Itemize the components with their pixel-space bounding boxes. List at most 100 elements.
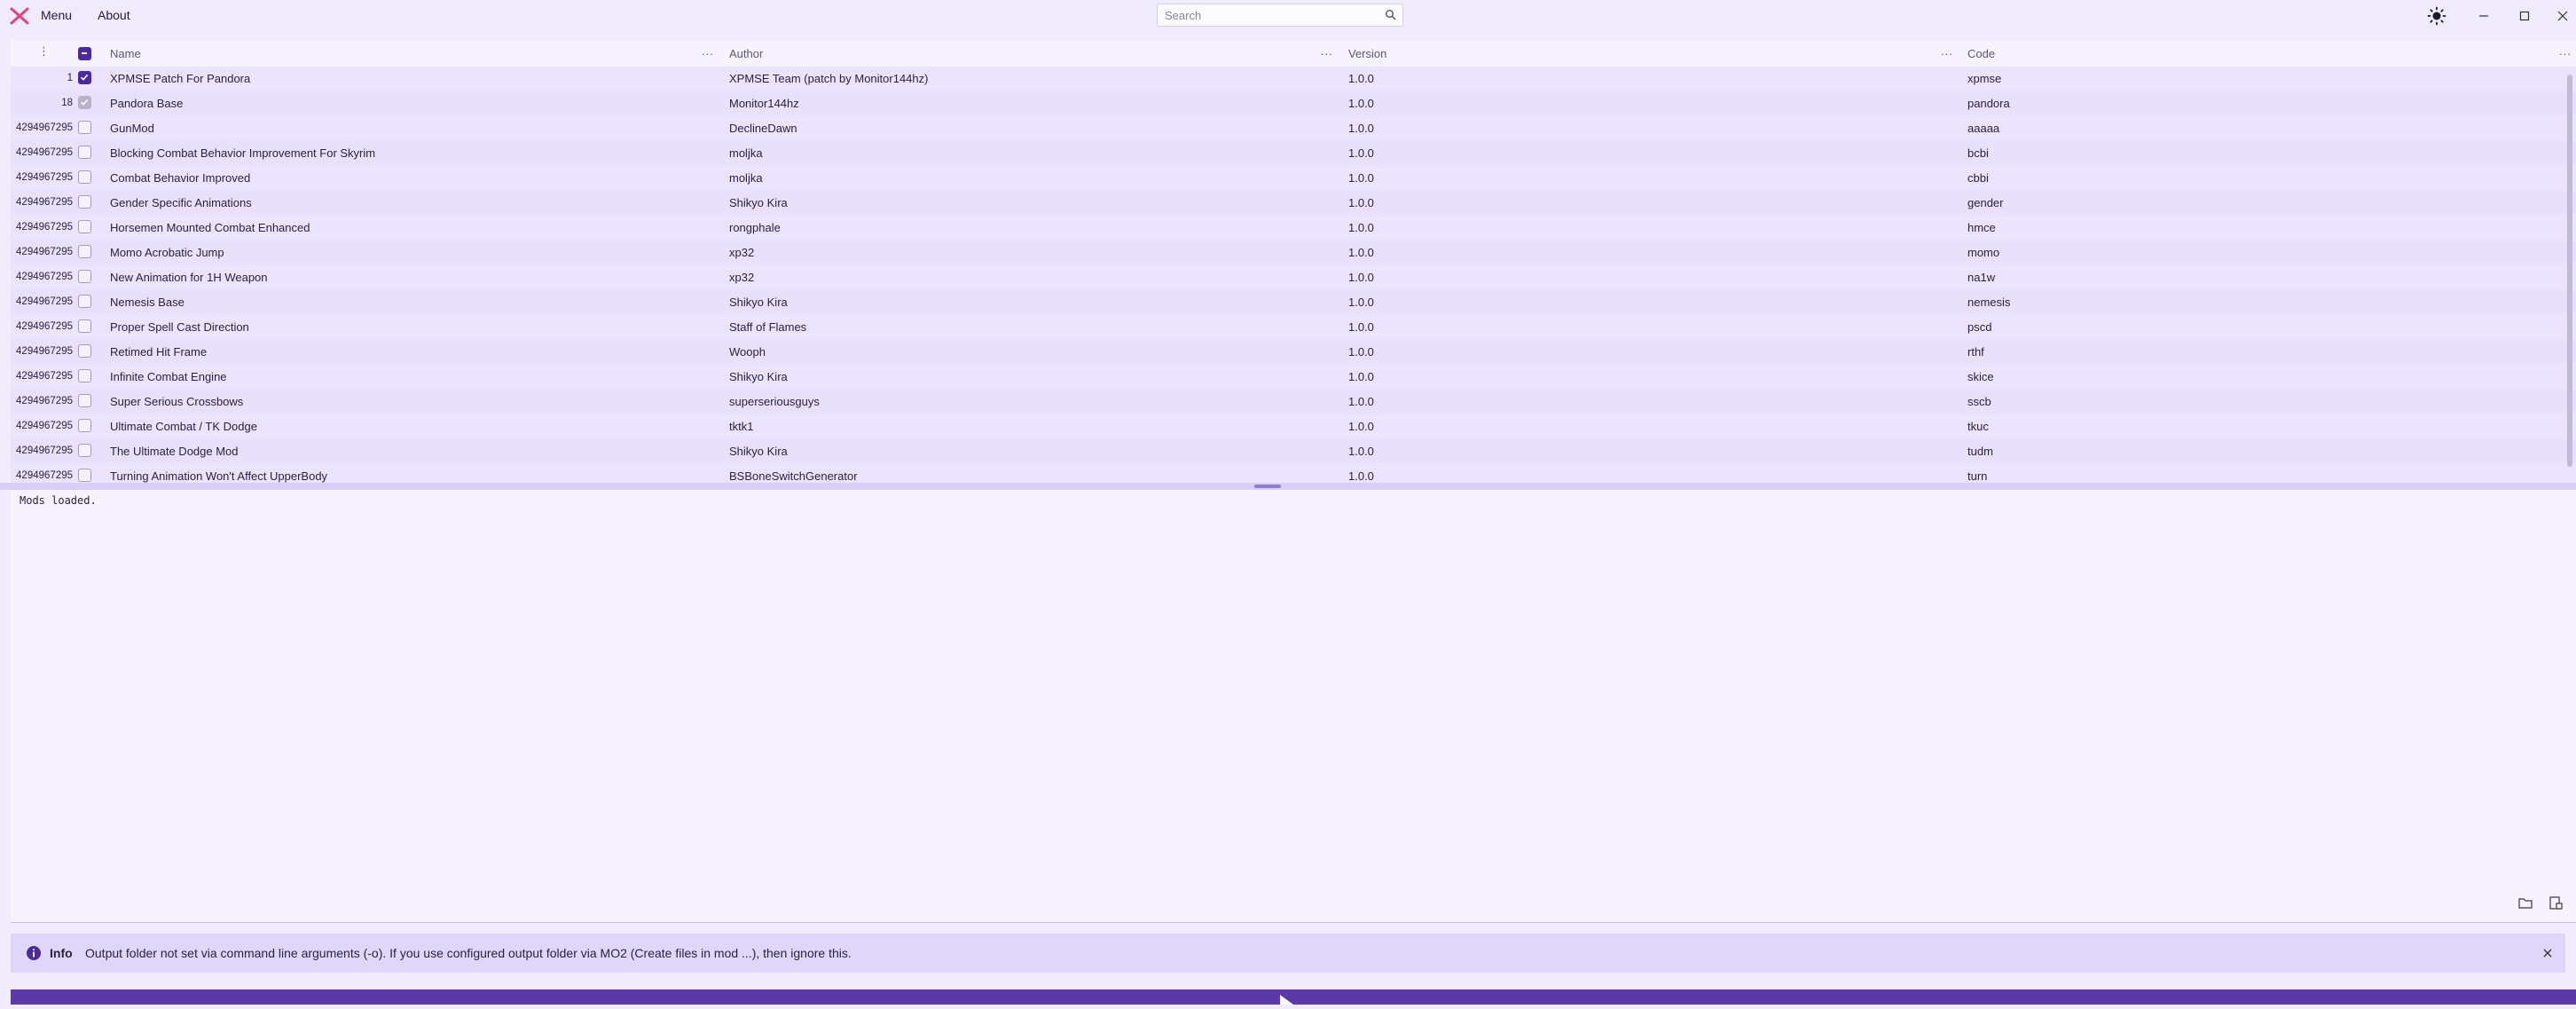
mod-enabled-checkbox[interactable] [78, 71, 91, 84]
column-menu-code[interactable]: ... [2559, 44, 2572, 58]
panel-splitter[interactable] [0, 483, 2576, 490]
mod-row[interactable]: 4294967295 The Ultimate Dodge Mod Shikyo K… [11, 439, 2576, 462]
row-background [11, 290, 2576, 313]
mod-enabled-checkbox[interactable] [78, 96, 91, 109]
mod-enabled-checkbox[interactable] [78, 245, 91, 258]
mod-priority: 1 [67, 73, 73, 83]
mod-enabled-checkbox[interactable] [78, 394, 91, 407]
mod-enabled-checkbox[interactable] [78, 344, 91, 358]
mod-row[interactable]: 4294967295 Blocking Combat Behavior Impro… [11, 141, 2576, 164]
mod-row[interactable]: 4294967295 Ultimate Combat / TK Dodge tktk… [11, 414, 2576, 437]
mod-priority: 4294967295 [16, 247, 73, 257]
mod-version: 1.0.0 [1348, 296, 1374, 309]
mod-enabled-checkbox[interactable] [78, 469, 91, 482]
row-background [11, 340, 2576, 363]
mod-row[interactable]: 4294967295 Horsemen Mounted Combat Enhanc… [11, 216, 2576, 239]
mod-enabled-checkbox[interactable] [78, 369, 91, 382]
mod-priority: 4294967295 [16, 396, 73, 406]
mod-row[interactable]: 4294967295 Combat Behavior Improved moljka… [11, 166, 2576, 189]
mod-row[interactable]: 4294967295 New Animation for 1H Weapon xp3… [11, 265, 2576, 288]
mod-author: Shikyo Kira [729, 370, 788, 383]
mod-row[interactable]: 4294967295 Proper Spell Cast Direction Sta… [11, 315, 2576, 338]
search-icon[interactable] [1385, 9, 1397, 21]
close-icon[interactable] [2539, 944, 2556, 962]
row-background [11, 191, 2576, 214]
mod-enabled-checkbox[interactable] [78, 146, 91, 159]
menu-button[interactable]: Menu [41, 8, 72, 22]
mod-author: Shikyo Kira [729, 296, 788, 309]
row-background [11, 141, 2576, 164]
mod-enabled-checkbox[interactable] [78, 121, 91, 134]
log-text: Mods loaded. [20, 494, 97, 507]
mod-row[interactable]: 4294967295 Gender Specific Animations Shik… [11, 191, 2576, 214]
mod-author: Wooph [729, 345, 766, 359]
mod-code: momo [1967, 246, 2000, 259]
mod-code: pscd [1967, 320, 1992, 334]
row-background [11, 315, 2576, 338]
mod-row[interactable]: 4294967295 Infinite Combat Engine Shikyo K… [11, 365, 2576, 388]
maximize-icon[interactable] [2513, 5, 2536, 27]
mod-enabled-checkbox[interactable] [78, 170, 91, 184]
mod-enabled-checkbox[interactable] [78, 444, 91, 457]
column-menu-author[interactable]: ... [1321, 44, 1333, 58]
mod-row[interactable]: 4294967295 Turning Animation Won't Affect… [11, 464, 2576, 483]
minimize-icon[interactable] [2472, 5, 2495, 27]
mod-enabled-checkbox[interactable] [78, 295, 91, 308]
mod-version: 1.0.0 [1348, 196, 1374, 209]
column-header-name[interactable]: Name [110, 47, 141, 60]
mod-enabled-checkbox[interactable] [78, 419, 91, 432]
row-background [11, 390, 2576, 413]
mod-row[interactable]: 4294967295 Nemesis Base Shikyo Kira 1.0.0 ne… [11, 290, 2576, 313]
mod-name: Proper Spell Cast Direction [110, 320, 249, 334]
mod-name: XPMSE Patch For Pandora [110, 72, 251, 85]
run-button[interactable] [11, 989, 2576, 1005]
about-button[interactable]: About [98, 8, 130, 22]
mod-priority: 4294967295 [16, 172, 73, 183]
column-header-author[interactable]: Author [729, 47, 763, 60]
mod-author: Staff of Flames [729, 320, 807, 334]
mod-version: 1.0.0 [1348, 246, 1374, 259]
row-background [11, 464, 2576, 483]
mod-code: pandora [1967, 97, 2010, 110]
mod-row[interactable]: 1 XPMSE Patch For Pandora XPMSE Team (patc… [11, 67, 2576, 90]
row-background [11, 265, 2576, 288]
mod-enabled-checkbox[interactable] [78, 319, 91, 333]
mod-priority: 4294967295 [16, 147, 73, 158]
row-background [11, 414, 2576, 437]
mod-enabled-checkbox[interactable] [78, 220, 91, 233]
mod-enabled-checkbox[interactable] [78, 270, 91, 283]
mod-priority: 4294967295 [16, 371, 73, 382]
mod-code: tudm [1967, 445, 1993, 458]
column-menu-version[interactable]: ... [1941, 44, 1953, 58]
open-log-file-icon[interactable] [2544, 891, 2567, 914]
mod-version: 1.0.0 [1348, 345, 1374, 359]
mod-row[interactable]: 4294967295 Retimed Hit Frame Wooph 1.0.0 rth… [11, 340, 2576, 363]
grid-scrollbar[interactable] [2567, 75, 2572, 467]
mod-version: 1.0.0 [1348, 122, 1374, 135]
mod-version: 1.0.0 [1348, 72, 1374, 85]
search-box[interactable] [1157, 4, 1403, 27]
mod-code: sscb [1967, 395, 1991, 408]
select-all-checkbox[interactable] [78, 47, 91, 60]
mod-name: Nemesis Base [110, 296, 185, 309]
search-input[interactable] [1165, 4, 1373, 26]
mod-row[interactable]: 4294967295 Momo Acrobatic Jump xp32 1.0.0 mo… [11, 240, 2576, 264]
drag-column-icon[interactable]: ⋮ [38, 44, 51, 59]
close-icon[interactable] [2551, 5, 2574, 27]
open-folder-icon[interactable] [2514, 891, 2537, 914]
column-header-version[interactable]: Version [1348, 47, 1386, 60]
mod-row[interactable]: 18 Pandora Base Monitor144hz 1.0.0 pandora [11, 91, 2576, 114]
splitter-handle[interactable] [1254, 485, 1281, 488]
grid-header: ⋮ Name ... Author ... Version ... Code .… [11, 41, 2576, 67]
mod-priority: 18 [61, 98, 73, 108]
mod-enabled-checkbox[interactable] [78, 195, 91, 209]
info-icon [26, 945, 42, 961]
mod-code: cbbi [1967, 171, 1989, 185]
mod-row[interactable]: 4294967295 Super Serious Crossbows superse… [11, 390, 2576, 413]
column-menu-name[interactable]: ... [702, 44, 714, 58]
column-header-code[interactable]: Code [1967, 47, 1995, 60]
mod-priority: 4294967295 [16, 445, 73, 456]
row-background [11, 365, 2576, 388]
theme-toggle-icon[interactable] [2425, 5, 2448, 27]
mod-row[interactable]: 4294967295 GunMod DeclineDawn 1.0.0 aaaaa [11, 116, 2576, 139]
